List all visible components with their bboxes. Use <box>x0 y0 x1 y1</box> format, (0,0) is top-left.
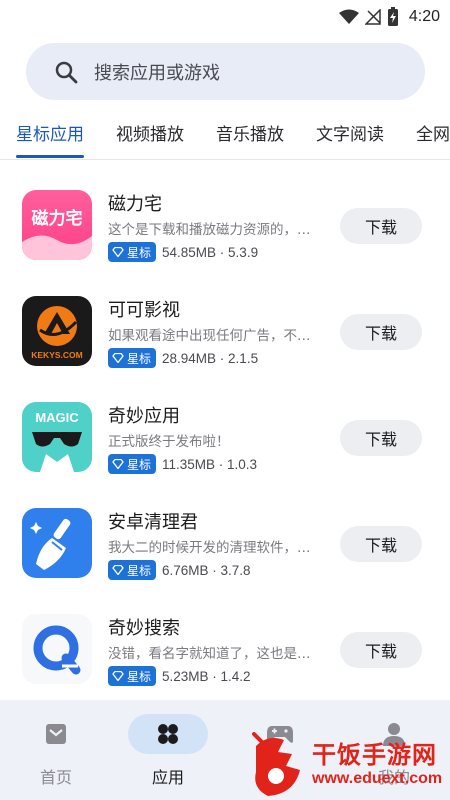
list-item[interactable]: 磁力宅 磁力宅 这个是下载和播放磁力资源的，… 星标 54.85MB · 5.3… <box>0 174 450 280</box>
kekys-app-icon: KEKYS.COM <box>22 296 92 366</box>
apps-icon <box>158 724 178 744</box>
bottom-nav: 首页 应用 我的 <box>0 700 450 800</box>
app-description: 没错，看名字就知道了，这也是… <box>108 646 311 662</box>
download-button[interactable]: 下载 <box>340 632 422 668</box>
nav-home[interactable]: 首页 <box>0 700 112 800</box>
person-icon <box>383 723 405 746</box>
nav-apps[interactable]: 应用 <box>112 700 224 800</box>
download-button[interactable]: 下载 <box>340 526 422 562</box>
app-size-version: 28.94MB · 2.1.5 <box>162 350 259 366</box>
magic-app-icon: MAGIC <box>22 402 92 472</box>
kekys-icon-text: KEKYS.COM <box>31 350 82 360</box>
list-item[interactable]: MAGIC 奇妙应用 正式版终于发布啦！ 星标 11.35MB · 1.0.3 … <box>0 386 450 492</box>
clock: 4:20 <box>408 8 440 25</box>
star-badge: 星标 <box>108 242 157 262</box>
nav-home-label: 首页 <box>39 768 72 787</box>
download-button[interactable]: 下载 <box>340 314 422 350</box>
app-name: 可可影视 <box>108 300 180 321</box>
app-meta: 星标 28.94MB · 2.1.5 <box>108 348 258 368</box>
app-meta: 星标 6.76MB · 3.7.8 <box>108 560 251 580</box>
status-bar: 4:20 <box>0 0 450 34</box>
app-size-version: 54.85MB · 5.3.9 <box>162 244 259 260</box>
download-button[interactable]: 下载 <box>340 208 422 244</box>
app-description: 我大二的时候开发的清理软件，… <box>108 540 311 556</box>
app-name: 安卓清理君 <box>108 512 198 533</box>
nav-games[interactable] <box>224 700 336 800</box>
app-name: 奇妙应用 <box>108 406 180 427</box>
nav-apps-icon-wrap <box>128 714 208 754</box>
app-description: 如果观看途中出现任何广告，不… <box>108 328 311 344</box>
list-item[interactable]: KEKYS.COM 可可影视 如果观看途中出现任何广告，不… 星标 28.94M… <box>0 280 450 386</box>
diamond-icon <box>112 565 124 575</box>
nav-profile[interactable]: 我的 <box>338 700 450 800</box>
nav-games-icon-wrap <box>240 714 320 754</box>
tab-starred-apps[interactable]: 星标应用 <box>16 120 84 145</box>
wifi-icon <box>338 9 359 24</box>
star-badge: 星标 <box>108 348 157 368</box>
badge-label: 星标 <box>127 245 152 260</box>
search-icon <box>55 61 78 83</box>
badge-label: 星标 <box>127 457 152 472</box>
home-icon <box>46 724 66 744</box>
active-tab-indicator <box>16 155 84 158</box>
nav-apps-label: 应用 <box>151 768 184 787</box>
app-description: 正式版终于发布啦！ <box>108 434 230 450</box>
badge-label: 星标 <box>127 563 152 578</box>
status-icons: 4:20 <box>338 5 440 29</box>
nav-profile-label: 我的 <box>377 768 410 787</box>
star-badge: 星标 <box>108 454 157 474</box>
no-signal-icon <box>364 9 381 25</box>
app-name: 奇妙搜索 <box>108 618 180 639</box>
app-size-version: 5.23MB · 1.4.2 <box>162 668 251 684</box>
list-item[interactable]: 奇妙搜索 没错，看名字就知道了，这也是… 星标 5.23MB · 1.4.2 下… <box>0 598 450 704</box>
app-name: 磁力宅 <box>108 194 162 215</box>
nav-home-icon-wrap <box>16 714 96 754</box>
gamepad-icon <box>267 726 293 743</box>
tab-music-playback[interactable]: 音乐播放 <box>216 120 284 145</box>
star-badge: 星标 <box>108 666 157 686</box>
diamond-icon <box>112 459 124 469</box>
download-button[interactable]: 下载 <box>340 420 422 456</box>
category-tabs: 星标应用 视频播放 音乐播放 文字阅读 全网 <box>0 112 450 160</box>
app-meta: 星标 11.35MB · 1.0.3 <box>108 454 257 474</box>
broom-app-icon <box>22 508 92 578</box>
diamond-icon <box>112 353 124 363</box>
app-meta: 星标 54.85MB · 5.3.9 <box>108 242 258 262</box>
nav-profile-icon-wrap <box>354 714 434 754</box>
tab-text-reading[interactable]: 文字阅读 <box>316 120 384 145</box>
star-badge: 星标 <box>108 560 157 580</box>
list-item[interactable]: 安卓清理君 我大二的时候开发的清理软件，… 星标 6.76MB · 3.7.8 … <box>0 492 450 598</box>
search-placeholder: 搜索应用或游戏 <box>94 62 220 84</box>
cilizhai-icon-text: 磁力宅 <box>32 208 83 229</box>
badge-label: 星标 <box>127 351 152 366</box>
magic-icon-text: MAGIC <box>35 410 79 425</box>
diamond-icon <box>112 247 124 257</box>
app-meta: 星标 5.23MB · 1.4.2 <box>108 666 251 686</box>
app-size-version: 6.76MB · 3.7.8 <box>162 562 251 578</box>
search-input[interactable]: 搜索应用或游戏 <box>26 43 425 100</box>
app-size-version: 11.35MB · 1.0.3 <box>162 456 258 472</box>
diamond-icon <box>112 671 124 681</box>
battery-charging-icon <box>387 7 398 26</box>
tab-video-playback[interactable]: 视频播放 <box>116 120 184 145</box>
app-description: 这个是下载和播放磁力资源的，… <box>108 222 311 238</box>
cilizhai-app-icon: 磁力宅 <box>22 190 92 260</box>
badge-label: 星标 <box>127 669 152 684</box>
search-q-app-icon <box>22 614 92 684</box>
tab-all-web[interactable]: 全网 <box>416 120 450 145</box>
